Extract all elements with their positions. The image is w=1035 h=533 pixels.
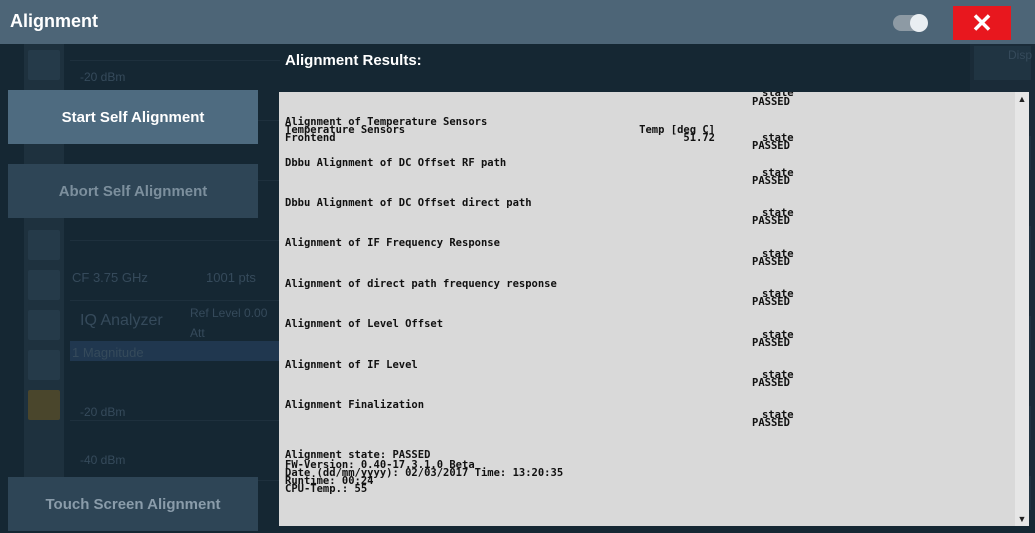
state-text: PASSED: [752, 140, 790, 152]
state-text: PASSED: [752, 296, 790, 308]
dialog-title-bar: Alignment ✕: [0, 0, 1035, 44]
result-line: CPU-Temp.: 55: [285, 483, 368, 495]
toggle-knob: [910, 14, 928, 32]
result-line: Dbbu Alignment of DC Offset direct path: [285, 197, 532, 209]
result-line: Alignment of Level Offset: [285, 318, 444, 330]
abort-self-alignment-button[interactable]: Abort Self Alignment: [8, 164, 258, 218]
state-text: PASSED: [752, 337, 790, 349]
result-line: 51.72: [683, 132, 715, 144]
state-text: PASSED: [752, 215, 790, 227]
result-line: Alignment of direct path frequency respo…: [285, 278, 557, 290]
start-self-alignment-button[interactable]: Start Self Alignment: [8, 90, 258, 144]
state-text: PASSED: [752, 417, 790, 429]
touch-screen-alignment-button[interactable]: Touch Screen Alignment: [8, 477, 258, 531]
state-text: PASSED: [752, 175, 790, 187]
close-button[interactable]: ✕: [953, 6, 1011, 40]
results-label: Alignment Results:: [285, 52, 422, 69]
result-line: Alignment of IF Frequency Response: [285, 237, 500, 249]
state-text: PASSED: [752, 96, 790, 108]
results-scrollbar[interactable]: ▲ ▼: [1015, 92, 1029, 526]
state-text: PASSED: [752, 256, 790, 268]
close-icon: ✕: [971, 8, 993, 38]
toggle-switch[interactable]: [893, 14, 928, 32]
scroll-down-arrow-icon[interactable]: ▼: [1015, 512, 1029, 526]
state-text: PASSED: [752, 377, 790, 389]
scroll-up-arrow-icon[interactable]: ▲: [1015, 92, 1029, 106]
result-line: Dbbu Alignment of DC Offset RF path: [285, 157, 507, 169]
results-textbox[interactable]: state PASSED Alignment of Temperature Sens…: [279, 92, 1015, 526]
dialog-title: Alignment: [10, 11, 98, 31]
result-line: Alignment of IF Level: [285, 359, 418, 371]
result-line: Alignment Finalization: [285, 399, 425, 411]
result-line: Frontend: [285, 132, 336, 144]
